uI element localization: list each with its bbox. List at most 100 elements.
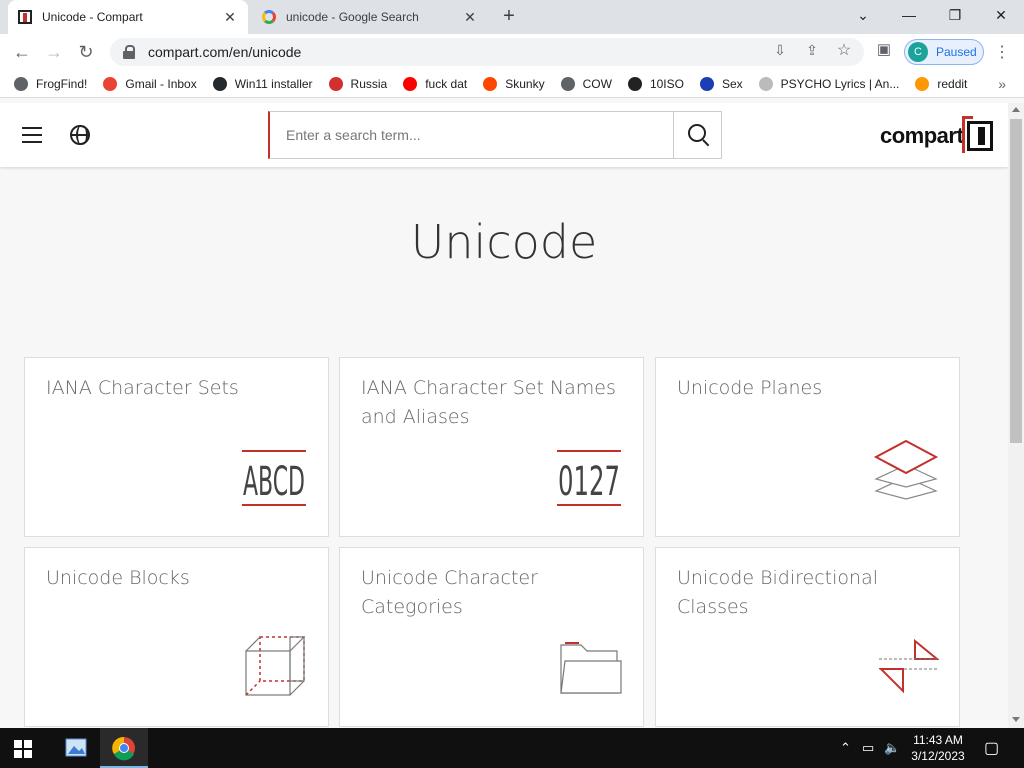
tray-chevron-icon[interactable]: ⌃ — [840, 740, 851, 756]
bookmarks-bar: FrogFind! Gmail - Inbox Win11 installer Rus… — [0, 70, 1024, 98]
browser-toolbar: ← → ↻ compart.com/en/unicode ⇩ ⇪ ☆ ▣ C P… — [0, 34, 1024, 70]
bookmark-item[interactable]: Skunky — [483, 76, 545, 91]
url-text[interactable]: compart.com/en/unicode — [148, 44, 301, 60]
tab-unicode-compart[interactable]: Unicode - Compart ✕ — [8, 0, 248, 34]
tab-search-chevron-icon[interactable]: ⌄ — [840, 0, 886, 30]
bookmark-label: reddit — [937, 76, 968, 91]
bookmark-label: fuck dat — [425, 76, 468, 91]
back-arrow-icon[interactable]: ← — [10, 40, 34, 64]
card-unicode-blocks[interactable]: Unicode Blocks — [24, 547, 329, 727]
card-unicode-planes[interactable]: Unicode Planes — [655, 357, 960, 537]
new-tab-button[interactable]: + — [498, 6, 520, 28]
windows-taskbar: ⌃ ▭ 🔈 11:43 AM 3/12/2023 ▢ — [0, 728, 1024, 768]
card-unicode-character-categories[interactable]: Unicode Character Categories — [339, 547, 644, 727]
volume-icon[interactable]: 🔈 — [884, 740, 900, 756]
bookmark-label: Skunky — [505, 76, 545, 91]
tab-title: unicode - Google Search — [286, 10, 419, 24]
logo-mark-icon — [962, 116, 994, 153]
bookmark-item[interactable]: Gmail - Inbox — [103, 76, 197, 91]
bookmark-item[interactable]: Sex — [699, 76, 743, 91]
address-bar[interactable]: compart.com/en/unicode — [110, 38, 864, 66]
bookmark-label: Sex — [721, 76, 743, 91]
site-header: compart — [0, 103, 1008, 167]
scrollbar-thumb[interactable] — [1010, 119, 1022, 443]
share-icon[interactable]: ⇪ — [802, 42, 822, 62]
bookmark-star-icon[interactable]: ☆ — [834, 40, 854, 60]
bookmark-label: PSYCHO Lyrics | An... — [780, 76, 900, 91]
scroll-up-icon[interactable] — [1012, 107, 1020, 112]
site-search — [268, 111, 722, 159]
bookmark-item[interactable]: PSYCHO Lyrics | An... — [758, 76, 900, 91]
svg-text:0127: 0127 — [558, 459, 620, 505]
globe-icon — [14, 76, 28, 91]
card-title: Unicode Blocks — [46, 567, 190, 589]
search-input[interactable] — [270, 112, 673, 158]
compart-logo[interactable]: compart — [880, 116, 994, 153]
install-app-icon[interactable]: ⇩ — [770, 42, 790, 62]
scroll-down-icon[interactable] — [1012, 717, 1020, 722]
bookmark-label: COW — [582, 76, 612, 91]
card-title: Unicode Character Categories — [361, 567, 538, 618]
bookmark-label: FrogFind! — [36, 76, 88, 91]
gmail-icon — [103, 76, 118, 91]
side-panel-icon[interactable]: ▣ — [874, 40, 894, 60]
card-title: Unicode Planes — [677, 377, 823, 399]
taskbar-photos-app[interactable] — [52, 728, 100, 768]
tab-title: Unicode - Compart — [42, 10, 143, 24]
minimize-button[interactable]: — — [886, 0, 932, 30]
bookmark-item[interactable]: FrogFind! — [14, 76, 88, 91]
logo-text: compart — [880, 123, 964, 148]
card-iana-character-set-names[interactable]: IANA Character Set Names and Aliases 012… — [339, 357, 644, 537]
photos-app-icon — [65, 738, 87, 757]
youtube-icon — [403, 76, 418, 91]
close-tab-icon[interactable]: ✕ — [462, 9, 478, 26]
s-icon — [699, 76, 714, 91]
bookmark-item[interactable]: 10ISO — [627, 76, 684, 91]
google-favicon-icon — [262, 10, 276, 24]
russia-site-icon — [328, 76, 343, 91]
chrome-icon — [112, 736, 135, 761]
lock-icon[interactable] — [122, 45, 136, 59]
notifications-icon[interactable]: ▢ — [984, 738, 999, 758]
layers-icon — [873, 439, 939, 512]
tab-google-search[interactable]: unicode - Google Search ✕ — [252, 0, 488, 34]
forward-arrow-icon[interactable]: → — [42, 40, 66, 64]
loading-icon — [758, 76, 773, 91]
page-title: Unicode — [410, 215, 598, 269]
card-unicode-bidirectional-classes[interactable]: Unicode Bidirectional Classes — [655, 547, 960, 727]
language-globe-icon[interactable] — [70, 125, 90, 145]
clock-date: 3/12/2023 — [911, 749, 965, 763]
globe-icon — [560, 76, 575, 91]
hamburger-menu-icon[interactable] — [22, 127, 42, 143]
bookmark-item[interactable]: COW — [560, 76, 612, 91]
bookmark-item[interactable]: reddit — [915, 76, 968, 91]
profile-button[interactable]: C Paused — [904, 39, 984, 65]
bookmark-item[interactable]: Russia — [328, 76, 388, 91]
taskbar-clock[interactable]: 11:43 AM 3/12/2023 — [906, 732, 970, 764]
page-scrollbar[interactable] — [1008, 103, 1024, 728]
bookmark-label: Gmail - Inbox — [125, 76, 197, 91]
bookmark-label: Russia — [350, 76, 388, 91]
tab-strip: Unicode - Compart ✕ unicode - Google Sea… — [0, 0, 1024, 34]
bookmark-item[interactable]: fuck dat — [403, 76, 468, 91]
maximize-button[interactable]: ❐ — [932, 0, 978, 30]
page-viewport: compart Unicode IANA Character Sets ABCD… — [0, 103, 1008, 728]
profile-status: Paused — [936, 45, 977, 59]
card-title: IANA Character Set Names and Aliases — [361, 377, 616, 428]
menu-kebab-icon[interactable]: ⋮ — [994, 42, 1010, 62]
close-tab-icon[interactable]: ✕ — [222, 9, 238, 26]
search-button[interactable] — [673, 112, 721, 158]
cube-icon — [244, 635, 308, 704]
reddit-icon — [483, 76, 498, 91]
windows-start-icon[interactable] — [14, 740, 32, 758]
network-icon[interactable]: ▭ — [862, 740, 874, 756]
bookmark-label: Win11 installer — [234, 76, 313, 91]
card-title: IANA Character Sets — [46, 377, 239, 399]
bookmarks-overflow-icon[interactable]: » — [998, 76, 1006, 92]
rainbow-icon — [915, 76, 930, 91]
taskbar-chrome-app[interactable] — [100, 728, 148, 768]
bookmark-item[interactable]: Win11 installer — [212, 76, 313, 91]
card-iana-character-sets[interactable]: IANA Character Sets ABCD — [24, 357, 329, 537]
close-window-button[interactable]: ✕ — [978, 0, 1024, 30]
reload-icon[interactable]: ↻ — [74, 40, 98, 64]
